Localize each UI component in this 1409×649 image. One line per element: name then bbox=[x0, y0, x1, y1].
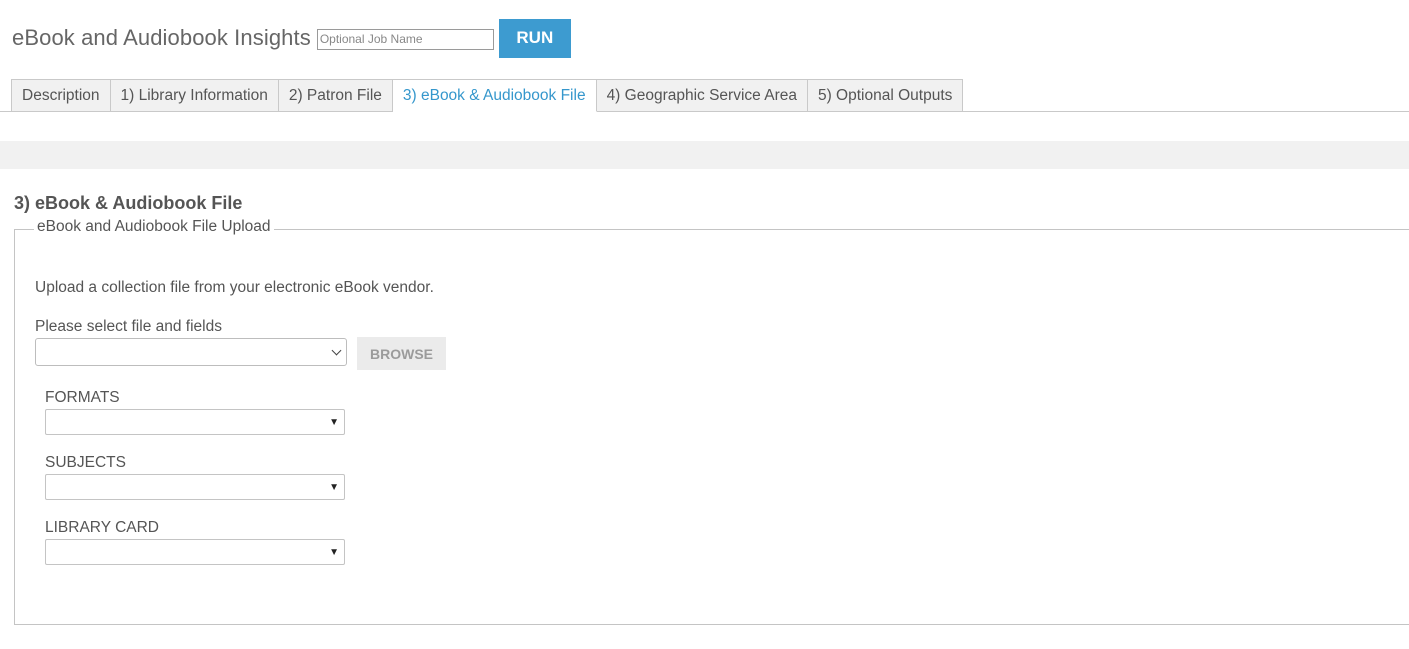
tab-bar: Description 1) Library Information 2) Pa… bbox=[11, 79, 964, 112]
tab-optional-outputs[interactable]: 5) Optional Outputs bbox=[807, 79, 964, 112]
run-button[interactable]: RUN bbox=[498, 18, 571, 58]
formats-label: FORMATS bbox=[45, 389, 120, 406]
tab-description[interactable]: Description bbox=[11, 79, 111, 112]
header: eBook and Audiobook Insights RUN bbox=[12, 18, 571, 58]
fieldset-legend: eBook and Audiobook File Upload bbox=[34, 218, 274, 236]
formats-dropdown[interactable]: ▼ bbox=[45, 409, 345, 435]
dropdown-arrow-icon: ▼ bbox=[329, 482, 339, 493]
file-select-dropdown[interactable] bbox=[35, 338, 347, 366]
job-name-input[interactable] bbox=[316, 28, 494, 50]
toolbar-band bbox=[0, 141, 1409, 169]
subjects-label: SUBJECTS bbox=[45, 454, 126, 471]
file-upload-fieldset: eBook and Audiobook File Upload Upload a… bbox=[14, 218, 1409, 625]
browse-button[interactable]: BROWSE bbox=[357, 337, 446, 370]
subjects-dropdown[interactable]: ▼ bbox=[45, 474, 345, 500]
tab-patron-file[interactable]: 2) Patron File bbox=[278, 79, 393, 112]
upload-description: Upload a collection file from your elect… bbox=[35, 279, 434, 296]
library-card-dropdown[interactable]: ▼ bbox=[45, 539, 345, 565]
chevron-down-icon bbox=[331, 345, 342, 356]
dropdown-arrow-icon: ▼ bbox=[329, 417, 339, 428]
library-card-label: LIBRARY CARD bbox=[45, 519, 159, 536]
tab-ebook-audiobook-file[interactable]: 3) eBook & Audiobook File bbox=[392, 79, 597, 112]
dropdown-arrow-icon: ▼ bbox=[329, 547, 339, 558]
tab-library-information[interactable]: 1) Library Information bbox=[110, 79, 279, 112]
file-select-label: Please select file and fields bbox=[35, 318, 222, 335]
section-title: 3) eBook & Audiobook File bbox=[14, 193, 243, 213]
app-title: eBook and Audiobook Insights bbox=[12, 25, 311, 50]
tab-geographic-service-area[interactable]: 4) Geographic Service Area bbox=[596, 79, 808, 112]
